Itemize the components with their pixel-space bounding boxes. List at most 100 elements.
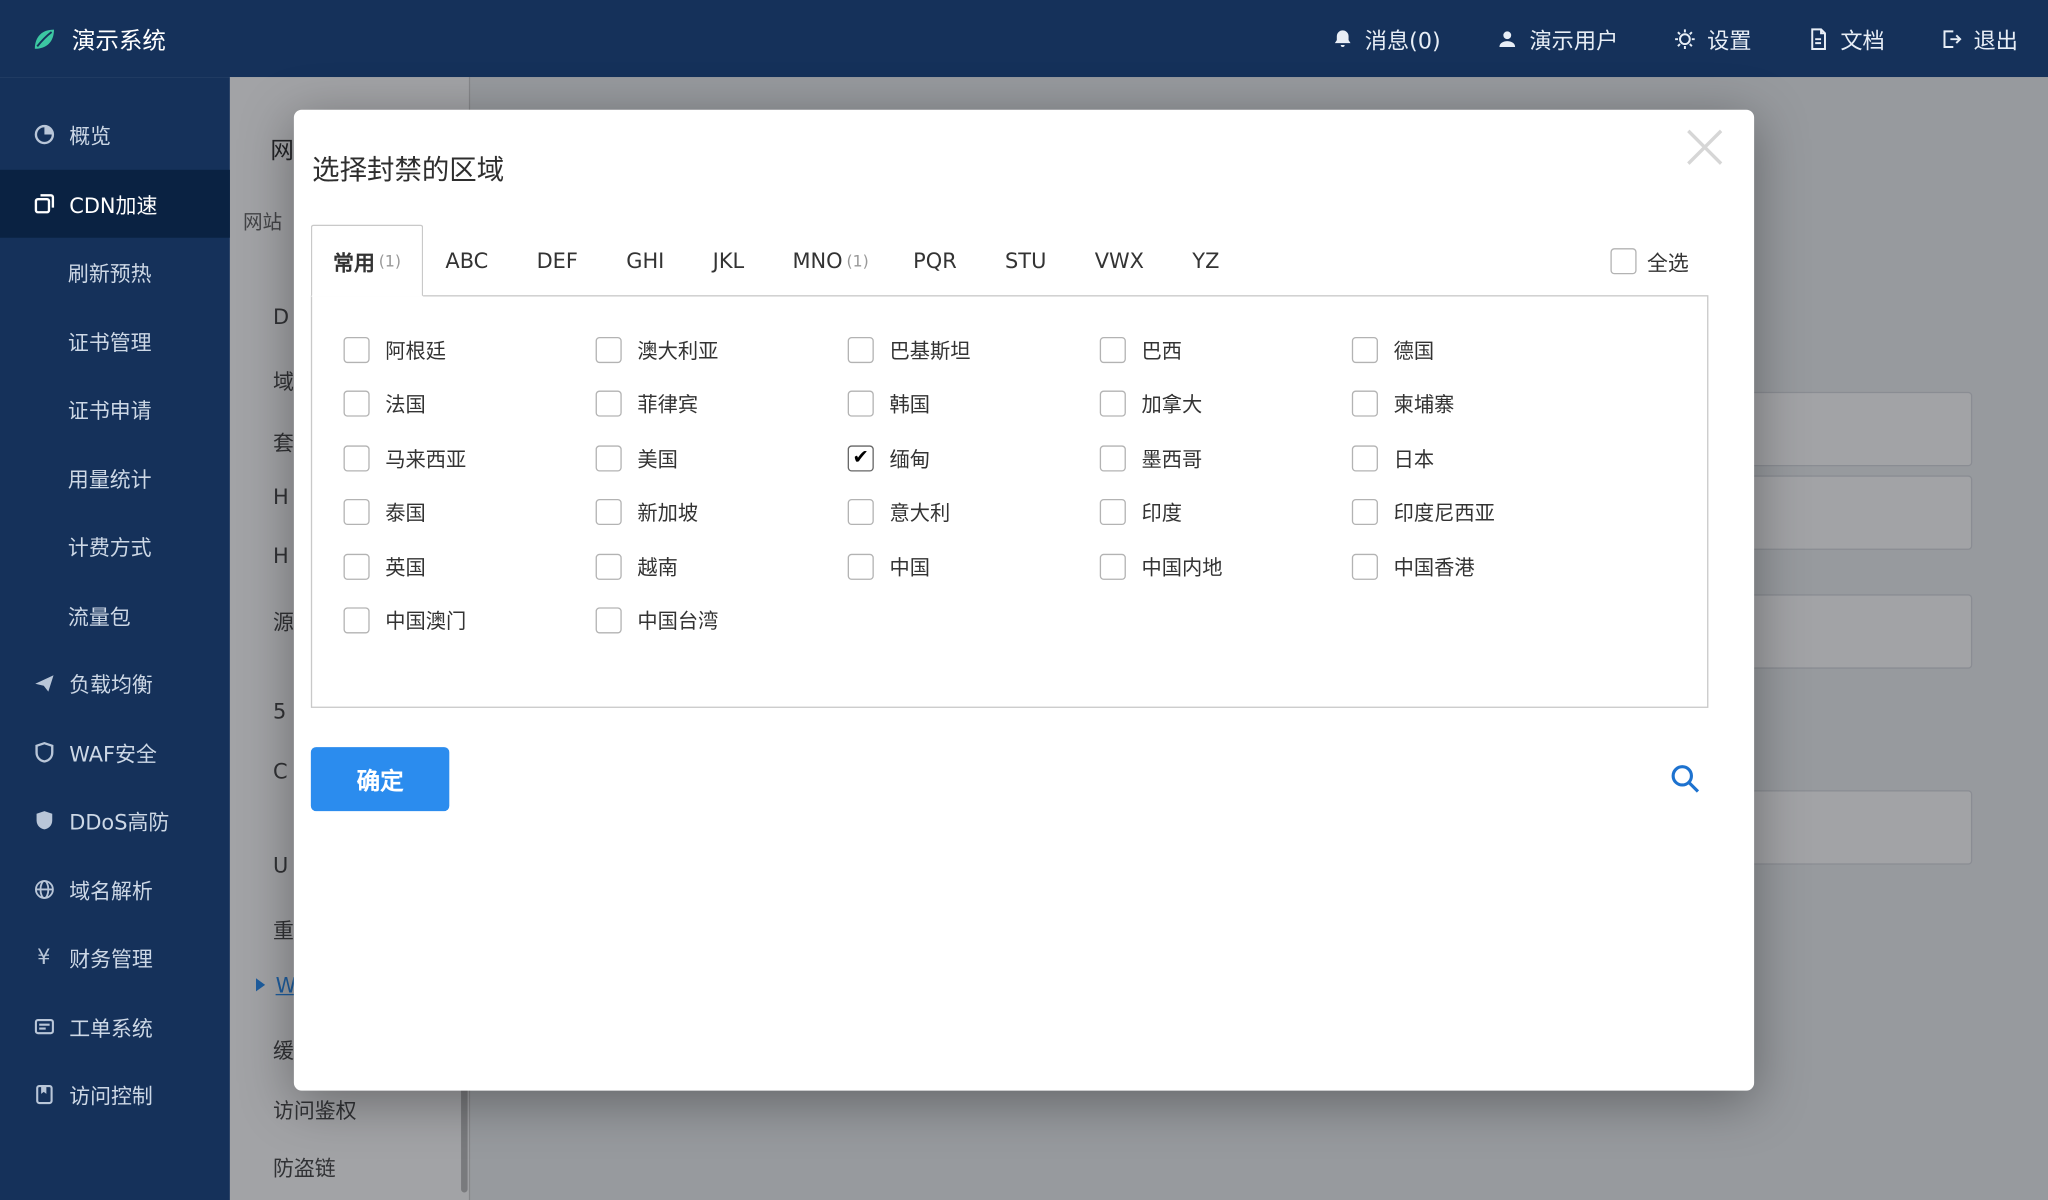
select-all-control[interactable]: 全选: [1610, 225, 1688, 297]
region-option[interactable]: 加拿大: [1100, 390, 1352, 419]
region-tab[interactable]: YZ: [1170, 225, 1245, 297]
region-checkbox[interactable]: [1352, 553, 1378, 579]
region-option[interactable]: 阿根廷: [344, 335, 596, 364]
region-option[interactable]: 中国澳门: [344, 606, 596, 635]
user-icon: [1496, 27, 1520, 51]
region-label: 意大利: [889, 498, 950, 527]
sidebar-item-tickets[interactable]: 工单系统: [0, 992, 230, 1061]
region-checkbox[interactable]: [344, 499, 370, 525]
region-label: 印度尼西亚: [1394, 498, 1495, 527]
region-checkbox[interactable]: [1352, 337, 1378, 363]
region-label: 墨西哥: [1142, 444, 1203, 473]
sidebar-item-ddos[interactable]: DDoS高防: [0, 786, 230, 855]
region-checkbox[interactable]: [1100, 445, 1126, 471]
region-checkbox[interactable]: [848, 391, 874, 417]
region-tab[interactable]: VWX: [1072, 225, 1170, 297]
region-label: 日本: [1394, 444, 1435, 473]
region-checkbox[interactable]: [596, 499, 622, 525]
region-tab[interactable]: STU: [983, 225, 1073, 297]
region-checkbox[interactable]: [1100, 553, 1126, 579]
region-checkbox[interactable]: [344, 391, 370, 417]
confirm-button[interactable]: 确定: [311, 747, 449, 811]
region-option[interactable]: 美国: [596, 444, 848, 473]
region-option[interactable]: 泰国: [344, 498, 596, 527]
region-label: 阿根廷: [385, 335, 446, 364]
sidebar-item-cdn[interactable]: CDN加速: [0, 169, 230, 238]
sidebar-item-access-control[interactable]: 访问控制: [0, 1061, 230, 1130]
region-option[interactable]: 中国台湾: [596, 606, 848, 635]
region-tab[interactable]: PQR: [891, 225, 983, 297]
region-checkbox[interactable]: [596, 337, 622, 363]
region-option[interactable]: 英国: [344, 552, 596, 581]
region-checkbox[interactable]: [848, 337, 874, 363]
sidebar-item-refresh-preheat[interactable]: 刷新预热: [0, 238, 230, 307]
sidebar-item-load-balancer[interactable]: 负载均衡: [0, 649, 230, 718]
region-checkbox[interactable]: [596, 445, 622, 471]
region-option[interactable]: 柬埔寨: [1352, 390, 1604, 419]
region-checkbox[interactable]: [344, 553, 370, 579]
region-option[interactable]: 菲律宾: [596, 390, 848, 419]
region-checkbox[interactable]: [596, 391, 622, 417]
sidebar-item-dns[interactable]: 域名解析: [0, 855, 230, 924]
region-checkbox[interactable]: [1352, 499, 1378, 525]
user-menu-item[interactable]: 演示用户: [1496, 22, 1619, 55]
region-checkbox[interactable]: [596, 553, 622, 579]
region-option[interactable]: 中国: [848, 552, 1100, 581]
region-tab[interactable]: ABC: [423, 225, 514, 297]
region-option[interactable]: 马来西亚: [344, 444, 596, 473]
region-checkbox[interactable]: [1100, 337, 1126, 363]
tab-count: (1): [847, 251, 869, 269]
region-option[interactable]: 印度尼西亚: [1352, 498, 1604, 527]
region-option[interactable]: 德国: [1352, 335, 1604, 364]
region-checkbox[interactable]: [344, 337, 370, 363]
close-icon[interactable]: ×: [1676, 112, 1733, 180]
settings-menu-item[interactable]: 设置: [1673, 22, 1751, 55]
docs-menu-item[interactable]: 文档: [1806, 22, 1884, 55]
region-tab[interactable]: JKL: [690, 225, 770, 297]
region-checkbox[interactable]: [1352, 445, 1378, 471]
sidebar-item-cert-management[interactable]: 证书管理: [0, 306, 230, 375]
region-option[interactable]: 韩国: [848, 390, 1100, 419]
region-label: 韩国: [889, 390, 930, 419]
sidebar-item-usage-stats[interactable]: 用量统计: [0, 443, 230, 512]
region-option[interactable]: 印度: [1100, 498, 1352, 527]
region-option[interactable]: 意大利: [848, 498, 1100, 527]
region-checkbox[interactable]: [1100, 499, 1126, 525]
region-option[interactable]: 越南: [596, 552, 848, 581]
region-checkbox[interactable]: [1352, 391, 1378, 417]
tab-label: YZ: [1192, 248, 1219, 273]
sidebar-item-overview[interactable]: 概览: [0, 101, 230, 170]
region-option[interactable]: 中国内地: [1100, 552, 1352, 581]
region-tab[interactable]: DEF: [514, 225, 604, 297]
region-option[interactable]: 日本: [1352, 444, 1604, 473]
sidebar-item-billing[interactable]: 计费方式: [0, 512, 230, 581]
sidebar-item-cert-apply[interactable]: 证书申请: [0, 375, 230, 444]
region-checkbox[interactable]: [848, 445, 874, 471]
messages-menu-item[interactable]: 消息(0): [1331, 22, 1441, 55]
region-option[interactable]: 中国香港: [1352, 552, 1604, 581]
region-checkbox[interactable]: [344, 445, 370, 471]
region-tab[interactable]: MNO (1): [770, 225, 891, 297]
region-option[interactable]: 巴西: [1100, 335, 1352, 364]
region-tab[interactable]: GHI: [604, 225, 690, 297]
sidebar-item-traffic-pack[interactable]: 流量包: [0, 581, 230, 650]
region-checkbox[interactable]: [848, 553, 874, 579]
region-option[interactable]: 新加坡: [596, 498, 848, 527]
region-option[interactable]: 墨西哥: [1100, 444, 1352, 473]
region-option[interactable]: 缅甸: [848, 444, 1100, 473]
region-checkbox[interactable]: [596, 608, 622, 634]
region-option[interactable]: 澳大利亚: [596, 335, 848, 364]
region-checkbox[interactable]: [848, 499, 874, 525]
search-icon[interactable]: [1668, 761, 1702, 800]
sidebar-item-finance[interactable]: ¥ 财务管理: [0, 923, 230, 992]
region-checkbox[interactable]: [344, 608, 370, 634]
sidebar: 概览 CDN加速 刷新预热 证书管理 证书申请 用量统计 计费方式 流量包 负载…: [0, 77, 230, 1200]
select-all-checkbox[interactable]: [1610, 248, 1636, 274]
region-checkbox[interactable]: [1100, 391, 1126, 417]
region-option[interactable]: 巴基斯坦: [848, 335, 1100, 364]
region-option[interactable]: 法国: [344, 390, 596, 419]
sidebar-item-waf[interactable]: WAF安全: [0, 718, 230, 787]
brand[interactable]: 演示系统: [30, 22, 166, 56]
region-tab[interactable]: 常用 (1): [311, 225, 423, 297]
logout-menu-item[interactable]: 退出: [1940, 22, 2018, 55]
